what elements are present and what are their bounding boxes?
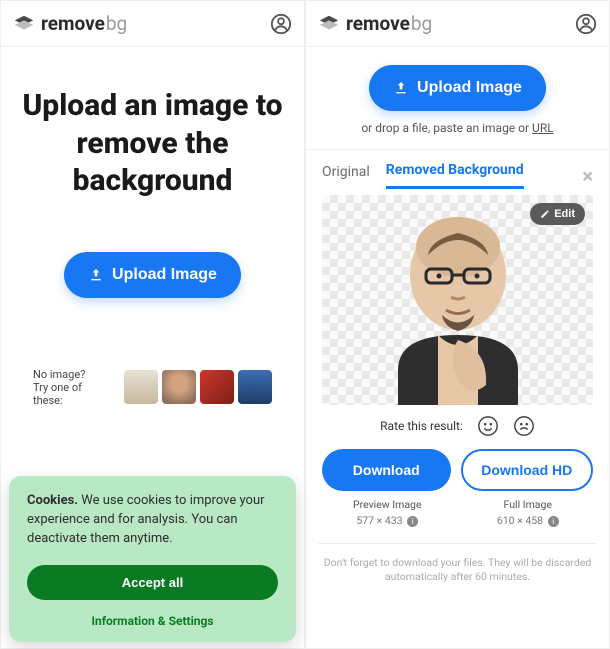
sample-thumb[interactable] xyxy=(124,370,158,404)
download-meta: Preview Image 577 × 433 i Full Image 610… xyxy=(306,491,609,529)
tab-removed-background[interactable]: Removed Background xyxy=(386,162,524,189)
info-icon[interactable]: i xyxy=(407,516,418,527)
hero-text: Upload an image to remove the background xyxy=(19,87,286,200)
upload-area: Upload Image or drop a file, paste an im… xyxy=(306,47,609,150)
preview-wrap: Edit xyxy=(306,189,609,405)
discard-notice: Don't forget to download your files. The… xyxy=(318,543,597,585)
upload-button[interactable]: Upload Image xyxy=(369,65,546,111)
logo[interactable]: removebg xyxy=(318,12,432,35)
logo-text: removebg xyxy=(41,12,127,35)
sample-prompt-text: No image? Try one of these: xyxy=(33,368,114,407)
upload-button-label: Upload Image xyxy=(417,79,522,97)
cookie-text: Cookies. We use cookies to improve your … xyxy=(27,492,278,549)
full-dimensions: 610 × 458 xyxy=(497,514,543,527)
close-icon[interactable]: × xyxy=(582,164,593,188)
right-panel: removebg Upload Image or drop a file, pa… xyxy=(305,0,610,649)
drop-hint: or drop a file, paste an image or URL xyxy=(361,121,553,135)
download-row: Download Download HD xyxy=(306,449,609,491)
accept-all-button[interactable]: Accept all xyxy=(27,565,278,600)
cookie-banner: Cookies. We use cookies to improve your … xyxy=(9,476,296,642)
frown-icon[interactable] xyxy=(513,415,535,437)
preview-label: Preview Image xyxy=(322,497,453,513)
sample-prompt: No image? Try one of these: xyxy=(19,368,286,407)
header: removebg xyxy=(1,1,304,47)
upload-icon xyxy=(393,80,409,96)
upload-button[interactable]: Upload Image xyxy=(64,252,241,298)
sample-thumb[interactable] xyxy=(162,370,196,404)
header: removebg xyxy=(306,1,609,47)
sample-thumbs xyxy=(124,370,272,404)
tab-original[interactable]: Original xyxy=(322,164,370,188)
left-panel: removebg Upload an image to remove the b… xyxy=(0,0,305,649)
sample-thumb[interactable] xyxy=(200,370,234,404)
smile-icon[interactable] xyxy=(477,415,499,437)
rate-label: Rate this result: xyxy=(380,419,463,433)
upload-button-label: Upload Image xyxy=(112,266,217,284)
full-label: Full Image xyxy=(463,497,594,513)
edit-button-label: Edit xyxy=(554,208,575,220)
preview-dimensions: 577 × 433 xyxy=(356,514,402,527)
url-link[interactable]: URL xyxy=(532,121,554,135)
download-hd-button[interactable]: Download HD xyxy=(461,449,594,491)
logo-text: removebg xyxy=(346,12,432,35)
rate-row: Rate this result: xyxy=(306,415,609,437)
result-tabs: Original Removed Background × xyxy=(306,150,609,189)
sample-thumb[interactable] xyxy=(238,370,272,404)
upload-icon xyxy=(88,267,104,283)
result-preview: Edit xyxy=(322,195,593,405)
person-image xyxy=(368,205,548,405)
logo-icon xyxy=(318,13,340,35)
cookie-settings-link[interactable]: Information & Settings xyxy=(27,614,278,628)
download-button[interactable]: Download xyxy=(322,449,451,491)
logo-icon xyxy=(13,13,35,35)
logo[interactable]: removebg xyxy=(13,12,127,35)
account-icon[interactable] xyxy=(575,13,597,35)
account-icon[interactable] xyxy=(270,13,292,35)
info-icon[interactable]: i xyxy=(548,516,559,527)
